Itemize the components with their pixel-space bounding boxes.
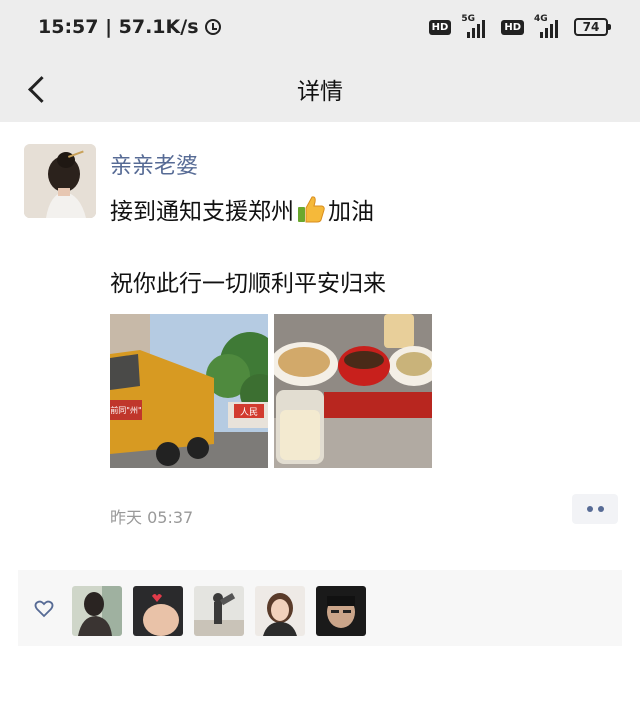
post-text-line-2: 祝你此行一切顺利平安归来 bbox=[110, 271, 386, 297]
heart-icon bbox=[34, 600, 54, 622]
post-photo-truck[interactable]: 人民 前同"州" bbox=[110, 314, 268, 468]
liker-avatar-3[interactable] bbox=[194, 586, 244, 636]
post-time: 昨天 05:37 bbox=[110, 508, 194, 527]
author-name[interactable]: 亲亲老婆 bbox=[110, 148, 198, 180]
likes-bar bbox=[18, 570, 622, 646]
hd-badge: HD bbox=[428, 19, 452, 35]
signal-5g-icon: 5G bbox=[459, 14, 493, 38]
post-text-line-1: 接到通知支援郑州 加油 bbox=[110, 192, 374, 226]
status-bar: 15:57 | 57.1K/s HD 5G HD 4G 74 bbox=[0, 0, 640, 56]
liker-avatar-5[interactable] bbox=[316, 586, 366, 636]
alarm-icon bbox=[204, 19, 221, 35]
signal-4g-icon: 4G bbox=[532, 14, 566, 38]
author-avatar[interactable] bbox=[24, 144, 96, 218]
more-icon[interactable] bbox=[572, 494, 618, 524]
status-time-speed: 15:57 | 57.1K/s bbox=[38, 16, 199, 38]
building-sign-text: 人民 bbox=[240, 407, 258, 418]
battery-level: 74 bbox=[582, 20, 600, 34]
nav-bar: 详情 bbox=[0, 56, 640, 122]
liker-avatar-1[interactable] bbox=[72, 586, 122, 636]
battery-icon: 74 bbox=[574, 18, 611, 36]
hd-badge-2: HD bbox=[501, 19, 524, 35]
page-title: 详情 bbox=[297, 79, 343, 105]
liker-avatar-4[interactable] bbox=[255, 586, 305, 636]
truck-banner-text: 前同"州" bbox=[110, 405, 141, 415]
liker-avatar-2[interactable] bbox=[133, 586, 183, 636]
post-photo-food[interactable] bbox=[274, 314, 432, 468]
thumbs-up-icon bbox=[296, 194, 326, 224]
